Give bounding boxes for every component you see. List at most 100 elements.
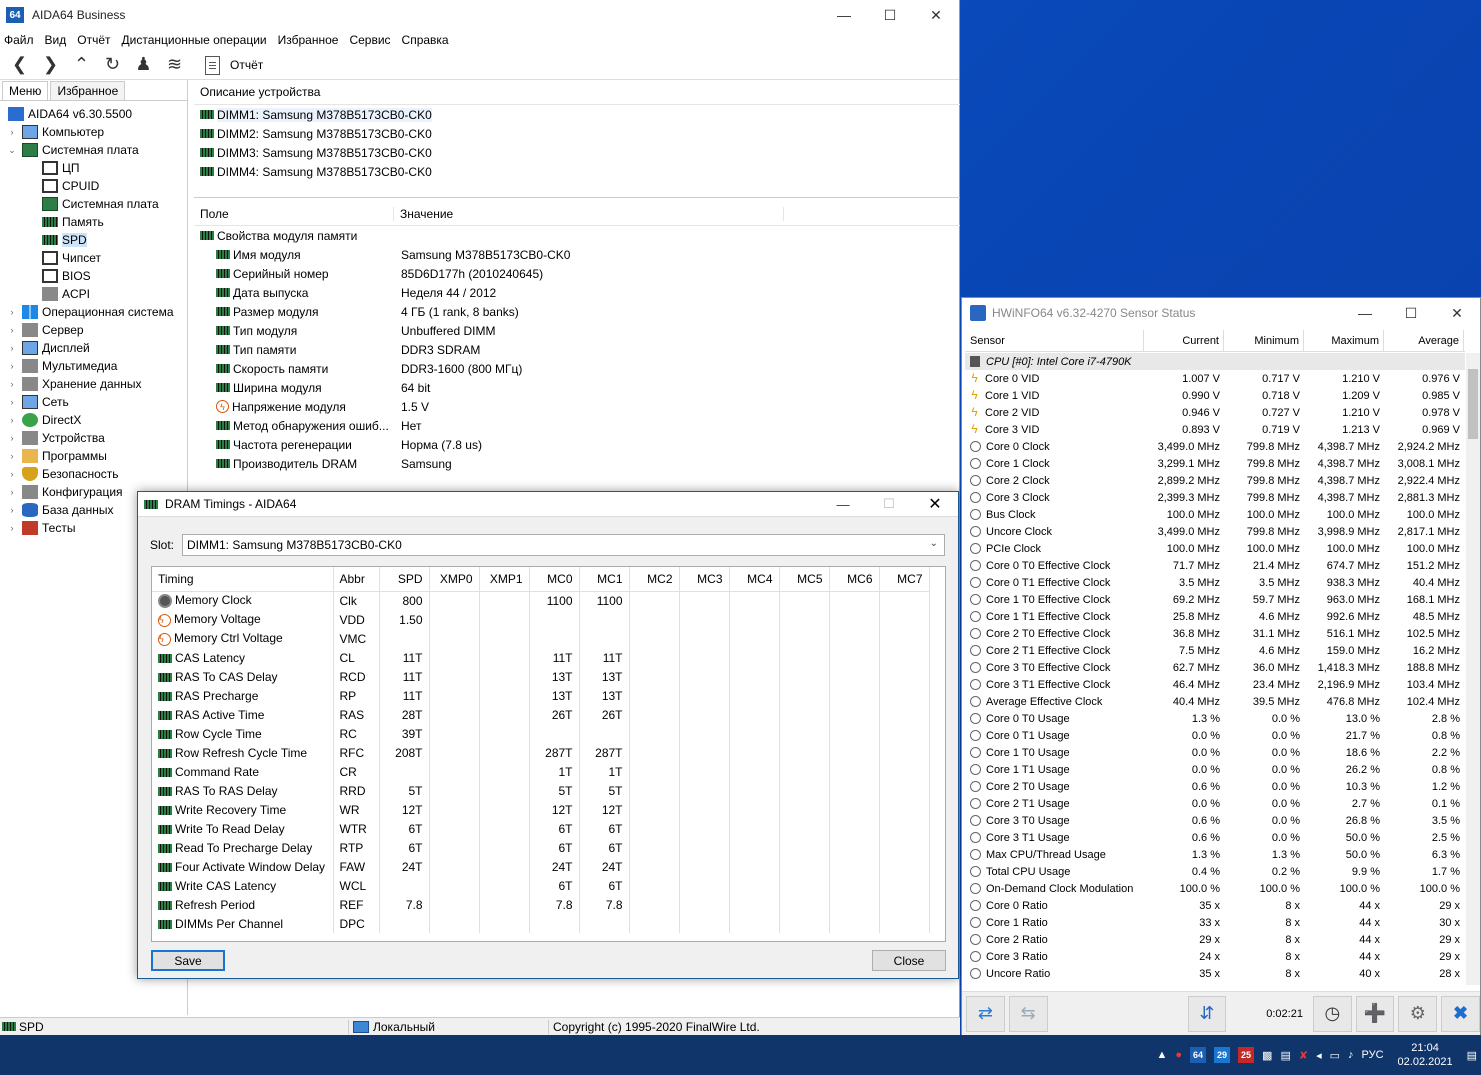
tray-speaker-icon[interactable]: ◂ bbox=[1316, 1049, 1322, 1062]
expand-chevron-icon[interactable]: › bbox=[6, 415, 18, 425]
expand-chevron-icon[interactable]: › bbox=[6, 487, 18, 497]
tray-language[interactable]: РУС bbox=[1362, 1049, 1384, 1061]
sensor-row[interactable]: Core 2 T1 Usage 0.0 % 0.0 % 2.7 % 0.1 % bbox=[965, 795, 1465, 812]
timings-column-header[interactable]: MC3 bbox=[679, 567, 730, 592]
sensor-row[interactable]: Bus Clock 100.0 MHz 100.0 MHz 100.0 MHz 100.… bbox=[965, 506, 1465, 523]
refresh-icon[interactable]: ↻ bbox=[97, 51, 128, 79]
property-row[interactable]: Ширина модуля 64 bit bbox=[194, 378, 960, 397]
expand-chevron-icon[interactable]: › bbox=[6, 379, 18, 389]
property-row[interactable]: Тип модуля Unbuffered DIMM bbox=[194, 321, 960, 340]
tree-item[interactable]: › Сеть bbox=[0, 393, 187, 411]
property-row[interactable]: Имя модуля Samsung M378B5173CB0-CK0 bbox=[194, 245, 960, 264]
tree-item[interactable]: › Сервер bbox=[0, 321, 187, 339]
tree-item[interactable]: › Устройства bbox=[0, 429, 187, 447]
expand-chevron-icon[interactable]: › bbox=[6, 505, 18, 515]
tray-ram-icon[interactable]: ▤ bbox=[1280, 1049, 1290, 1062]
user-icon[interactable]: ♟ bbox=[128, 51, 159, 79]
col-current[interactable]: Current bbox=[1144, 330, 1224, 351]
tray-red-icon[interactable]: ● bbox=[1175, 1049, 1182, 1061]
timing-row[interactable]: CAS Latency CL 11T 11T 11T bbox=[152, 648, 930, 667]
tab-menu[interactable]: Меню bbox=[2, 81, 49, 100]
tree-item[interactable]: BIOS bbox=[0, 267, 187, 285]
sensor-row[interactable]: Core 0 T0 Usage 1.3 % 0.0 % 13.0 % 2.8 % bbox=[965, 710, 1465, 727]
sensor-row[interactable]: ϟ Core 3 VID 0.893 V 0.719 V 1.213 V 0.969 V bbox=[965, 421, 1465, 438]
tab-favorites[interactable]: Избранное bbox=[50, 81, 126, 100]
timings-column-header[interactable]: MC7 bbox=[879, 567, 930, 592]
tree-item[interactable]: SPD bbox=[0, 231, 187, 249]
tree-item[interactable]: › Дисплей bbox=[0, 339, 187, 357]
sensor-row[interactable]: Core 3 T1 Effective Clock 46.4 MHz 23.4 MH… bbox=[965, 676, 1465, 693]
tray-volume-icon[interactable]: ♪ bbox=[1348, 1049, 1354, 1061]
timings-column-header[interactable]: XMP1 bbox=[479, 567, 530, 592]
tray-x-icon[interactable]: ✘ bbox=[1299, 1049, 1308, 1062]
sensor-row[interactable]: ϟ Core 1 VID 0.990 V 0.718 V 1.209 V 0.985 V bbox=[965, 387, 1465, 404]
timing-row[interactable]: Command Rate CR 1T 1T bbox=[152, 762, 930, 781]
tree-item[interactable]: ⌄ Системная плата bbox=[0, 141, 187, 159]
tree-item[interactable]: AIDA64 v6.30.5500 bbox=[0, 105, 187, 123]
timings-column-header[interactable]: MC1 bbox=[579, 567, 630, 592]
timing-row[interactable]: Row Cycle Time RC 39T bbox=[152, 724, 930, 743]
tray-aida64-badge[interactable]: 64 bbox=[1190, 1047, 1207, 1063]
maximize-button[interactable]: ☐ bbox=[867, 0, 913, 30]
back-icon[interactable]: ❮ bbox=[4, 51, 35, 79]
tray-badge-red[interactable]: 25 bbox=[1238, 1047, 1255, 1063]
taskbar-clock[interactable]: 21:04 02.02.2021 bbox=[1398, 1041, 1453, 1069]
slot-select[interactable]: DIMM1: Samsung M378B5173CB0-CK0 ⌄ bbox=[182, 534, 946, 556]
timings-column-header[interactable]: SPD bbox=[379, 567, 430, 592]
close-button[interactable]: ✕ bbox=[913, 0, 959, 30]
sensor-row[interactable]: Core 2 Ratio 29 x 8 x 44 x 29 x bbox=[965, 931, 1465, 948]
timing-row[interactable]: Write Recovery Time WR 12T 12T 12T bbox=[152, 800, 930, 819]
sensor-row[interactable]: Core 1 T0 Usage 0.0 % 0.0 % 18.6 % 2.2 % bbox=[965, 744, 1465, 761]
value-column-header[interactable]: Значение bbox=[394, 207, 784, 221]
timings-column-header[interactable]: MC2 bbox=[629, 567, 680, 592]
sensor-row[interactable]: Core 3 Ratio 24 x 8 x 44 x 29 x bbox=[965, 948, 1465, 965]
tray-badge-blue[interactable]: 29 bbox=[1214, 1047, 1231, 1063]
sensor-row[interactable]: Core 2 Clock 2,899.2 MHz 799.8 MHz 4,398.7 … bbox=[965, 472, 1465, 489]
property-row[interactable]: Метод обнаружения ошиб... Нет bbox=[194, 416, 960, 435]
tray-hwinfo-icon[interactable]: ▩ bbox=[1262, 1049, 1272, 1062]
hwinfo-minimize-button[interactable]: — bbox=[1342, 298, 1388, 328]
tree-item[interactable]: ACPI bbox=[0, 285, 187, 303]
sensor-row[interactable]: On-Demand Clock Modulation 100.0 % 100.0 %… bbox=[965, 880, 1465, 897]
sensor-row[interactable]: Max CPU/Thread Usage 1.3 % 1.3 % 50.0 % 6.3 … bbox=[965, 846, 1465, 863]
timing-row[interactable]: DIMMs Per Channel DPC bbox=[152, 914, 930, 933]
menu-service[interactable]: Сервис bbox=[349, 33, 390, 47]
sensor-row[interactable]: PCIe Clock 100.0 MHz 100.0 MHz 100.0 MHz 100… bbox=[965, 540, 1465, 557]
tree-item[interactable]: › Безопасность bbox=[0, 465, 187, 483]
tree-item[interactable]: › Хранение данных bbox=[0, 375, 187, 393]
property-row[interactable]: Производитель DRAM Samsung bbox=[194, 454, 960, 473]
property-row[interactable]: Тип памяти DDR3 SDRAM bbox=[194, 340, 960, 359]
hwinfo-close-button[interactable]: ✕ bbox=[1434, 298, 1480, 328]
sensor-row[interactable]: Core 2 T0 Effective Clock 36.8 MHz 31.1 MH… bbox=[965, 625, 1465, 642]
menu-file[interactable]: Файл bbox=[4, 33, 34, 47]
close-button-dialog[interactable]: Close bbox=[872, 950, 946, 971]
tray-app-icon[interactable]: ▲ bbox=[1156, 1049, 1167, 1061]
timings-column-header[interactable]: Timing bbox=[152, 567, 334, 592]
sensor-row[interactable]: Average Effective Clock 40.4 MHz 39.5 MHz 4… bbox=[965, 693, 1465, 710]
timing-row[interactable]: RAS To RAS Delay RRD 5T 5T 5T bbox=[152, 781, 930, 800]
timing-row[interactable]: Four Activate Window Delay FAW 24T 24T 24T bbox=[152, 857, 930, 876]
timing-row[interactable]: Write CAS Latency WCL 6T 6T bbox=[152, 876, 930, 895]
left-right-arrows-icon[interactable]: ⇄ bbox=[966, 995, 1005, 1032]
timing-row[interactable]: Read To Precharge Delay RTP 6T 6T 6T bbox=[152, 838, 930, 857]
property-row[interactable]: Частота регенерации Норма (7.8 us) bbox=[194, 435, 960, 454]
dram-close-icon[interactable]: ✕ bbox=[912, 494, 958, 514]
tree-item[interactable]: › Программы bbox=[0, 447, 187, 465]
expand-chevron-icon[interactable]: › bbox=[6, 307, 18, 317]
tree-item[interactable]: › Операционная система bbox=[0, 303, 187, 321]
tree-item[interactable]: Системная плата bbox=[0, 195, 187, 213]
expand-chevron-icon[interactable]: › bbox=[6, 361, 18, 371]
timings-column-header[interactable]: XMP0 bbox=[429, 567, 480, 592]
sensor-row[interactable]: Core 1 T1 Usage 0.0 % 0.0 % 26.2 % 0.8 % bbox=[965, 761, 1465, 778]
tree-item[interactable]: › Мультимедиа bbox=[0, 357, 187, 375]
minimize-button[interactable]: — bbox=[821, 0, 867, 30]
timing-row[interactable]: Write To Read Delay WTR 6T 6T 6T bbox=[152, 819, 930, 838]
sensor-row[interactable]: Core 1 T1 Effective Clock 25.8 MHz 4.6 MHz… bbox=[965, 608, 1465, 625]
sensor-row[interactable]: Core 3 Clock 2,399.3 MHz 799.8 MHz 4,398.7 … bbox=[965, 489, 1465, 506]
timing-row[interactable]: Row Refresh Cycle Time RFC 208T 287T 287T bbox=[152, 743, 930, 762]
tree-item[interactable]: › Компьютер bbox=[0, 123, 187, 141]
tray-display-icon[interactable]: ▭ bbox=[1330, 1049, 1340, 1062]
device-row[interactable]: DIMM4: Samsung M378B5173CB0-CK0 bbox=[194, 162, 960, 181]
chart-icon[interactable]: ≋ bbox=[159, 51, 190, 79]
menu-view[interactable]: Вид bbox=[45, 33, 67, 47]
